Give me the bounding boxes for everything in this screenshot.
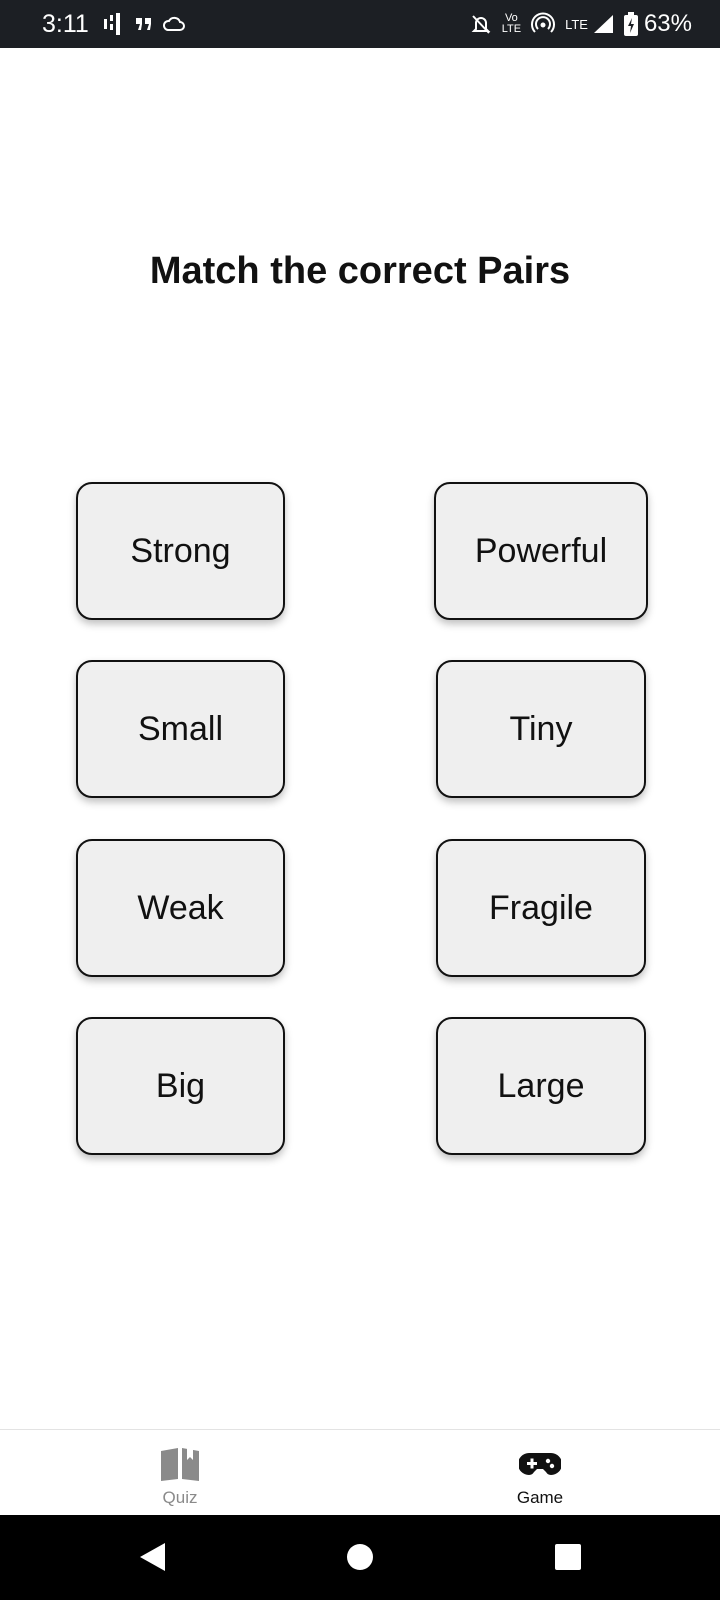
nav-label-quiz: Quiz	[162, 1488, 198, 1507]
book-icon	[159, 1444, 201, 1484]
recents-icon[interactable]	[548, 1537, 588, 1577]
hotspot-icon	[531, 12, 556, 36]
cloud-icon	[162, 16, 185, 32]
status-bar-right: Vo LTE LTE 63%	[470, 10, 692, 38]
card-left-3[interactable]: Weak	[76, 839, 285, 977]
page-title: Match the correct Pairs	[149, 250, 571, 292]
card-right-1[interactable]: Powerful	[434, 482, 648, 620]
volte-indicator: Vo LTE	[502, 13, 521, 35]
card-right-4[interactable]: Large	[436, 1017, 646, 1155]
card-right-3[interactable]: Fragile	[436, 839, 646, 977]
card-left-1[interactable]: Strong	[76, 482, 285, 620]
nav-item-game[interactable]: Game	[440, 1430, 640, 1516]
card-left-4[interactable]: Big	[76, 1017, 285, 1155]
mute-bell-icon	[470, 13, 492, 35]
quote-icon	[135, 16, 153, 32]
volte-bottom: LTE	[501, 23, 522, 35]
gamepad-icon	[519, 1444, 561, 1484]
battery-charging-icon	[623, 12, 638, 36]
nav-item-quiz[interactable]: Quiz	[80, 1430, 280, 1516]
network-type: LTE	[565, 16, 588, 32]
system-navigation-bar	[0, 1515, 720, 1600]
status-time: 3:11	[42, 9, 89, 38]
home-icon[interactable]	[340, 1537, 380, 1577]
bars-icon	[103, 13, 125, 35]
nav-label-game: Game	[516, 1488, 564, 1507]
signal-icon	[592, 14, 614, 34]
back-icon[interactable]	[132, 1537, 172, 1577]
bottom-navigation: Quiz Game	[0, 1429, 720, 1515]
status-bar: 3:11 Vo LTE LTE 63%	[0, 0, 720, 48]
status-bar-left: 3:11	[42, 10, 195, 39]
card-right-2[interactable]: Tiny	[436, 660, 646, 798]
battery-percent: 63%	[643, 10, 692, 37]
card-left-2[interactable]: Small	[76, 660, 285, 798]
